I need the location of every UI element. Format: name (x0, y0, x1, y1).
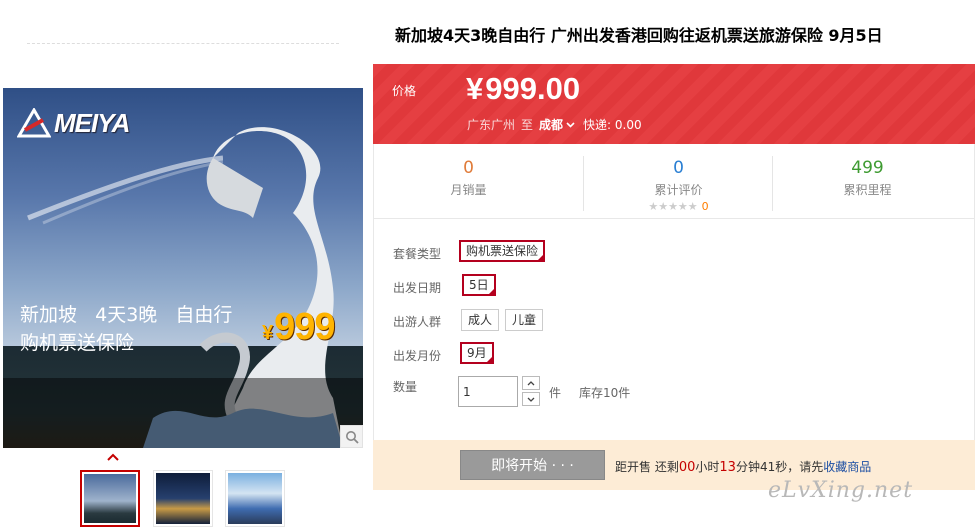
countdown-seconds: 41秒，请先 (759, 460, 824, 474)
thumbnail-image (156, 473, 210, 524)
stat-mileage: 499 累积里程 (773, 144, 962, 219)
image-price-value: 999 (274, 306, 335, 348)
quantity-input[interactable]: 1 (458, 376, 518, 407)
package-type-label: 套餐类型 (393, 247, 442, 261)
brand-logo-icon (17, 108, 51, 138)
departure-date-label: 出发日期 (393, 281, 442, 295)
stat-label: 累积里程 (843, 183, 892, 197)
main-product-image[interactable]: MEIYA (3, 88, 363, 448)
chevron-up-icon (527, 380, 535, 385)
stat-value: 0 (463, 158, 474, 178)
destination-select[interactable]: 成都 (539, 116, 563, 133)
ship-fee: 快递: 0.00 (583, 118, 642, 132)
chevron-down-icon[interactable] (566, 121, 575, 128)
group-option-child[interactable]: 儿童 (505, 309, 544, 331)
stat-value: 499 (851, 158, 884, 178)
package-option-selected[interactable]: 购机票送保险 (459, 240, 546, 262)
countdown-minutes-word: 分钟 (735, 460, 760, 474)
price: ¥ 999.00 (466, 71, 580, 107)
rating-count: 0 (701, 200, 709, 213)
countdown-hours: 00 (678, 460, 696, 475)
countdown-minutes: 13 (719, 460, 736, 475)
favorite-link[interactable]: 收藏商品 (823, 460, 871, 474)
divider (27, 43, 339, 44)
traveler-group-label: 出游人群 (393, 315, 442, 329)
month-option-selected[interactable]: 9月 (460, 342, 494, 364)
coming-soon-button[interactable]: 即将开始 · · · (460, 450, 605, 480)
price-amount: 999.00 (485, 71, 581, 106)
thumbnail-pointer-icon (107, 453, 119, 461)
chevron-down-icon (527, 397, 535, 402)
image-price-currency: ¥ (262, 322, 274, 344)
stats-panel: 0 月销量 0 累计评价 ★★★★★ 0 499 累积里程 (373, 144, 975, 219)
image-caption-band (3, 378, 363, 448)
image-caption-line2: 购机票送保险 (20, 332, 135, 354)
brand-logo-text: MEIYA (54, 107, 130, 138)
zoom-button[interactable] (340, 425, 363, 448)
thumbnail-image (228, 473, 282, 524)
stat-label: 累计评价 (654, 183, 703, 197)
countdown-prefix: 距开售 还剩 (615, 460, 679, 474)
thumbnail-2[interactable] (153, 470, 213, 527)
price-label: 价格 (392, 84, 417, 98)
stat-reviews[interactable]: 0 累计评价 ★★★★★ 0 (584, 144, 773, 219)
quantity-increase-button[interactable] (522, 376, 540, 390)
brand-logo: MEIYA (17, 106, 130, 140)
image-price-tag: ¥ 999 (262, 306, 336, 349)
quantity-decrease-button[interactable] (522, 392, 540, 406)
stat-value: 0 (673, 158, 684, 178)
image-caption-line1: 新加坡 4天3晚 自由行 (20, 304, 233, 326)
sale-countdown: 距开售 还剩00小时13分钟41秒，请先收藏商品 (615, 458, 871, 475)
thumbnail-image (84, 474, 136, 523)
quantity-unit: 件 (549, 386, 562, 400)
departure-month-label: 出发月份 (393, 349, 442, 363)
shipping-info: 广东广州 至 成都 快递: 0.00 (467, 116, 642, 133)
ship-to-word: 至 (521, 118, 534, 132)
ship-from: 广东广州 (467, 118, 516, 132)
price-currency: ¥ (466, 71, 484, 106)
magnifier-icon (345, 430, 359, 444)
site-watermark: eLvXing.net (768, 478, 914, 503)
quantity-label: 数量 (393, 380, 418, 394)
stat-monthly-sales: 0 月销量 (374, 144, 563, 219)
stat-label: 月销量 (450, 183, 487, 197)
price-panel (373, 64, 975, 144)
product-title: 新加坡4天3晚自由行 广州出发香港回购往返机票送旅游保险 9月5日 (395, 26, 883, 45)
rating-stars: ★★★★★ 0 (584, 200, 773, 213)
thumbnail-1[interactable] (80, 470, 140, 527)
thumbnail-3[interactable] (225, 470, 285, 527)
star-icons: ★★★★★ (648, 200, 698, 213)
countdown-hours-word: 小时 (695, 460, 720, 474)
stock-count: 库存10件 (579, 386, 631, 400)
group-option-adult[interactable]: 成人 (461, 309, 500, 331)
date-option-selected[interactable]: 5日 (462, 274, 496, 296)
